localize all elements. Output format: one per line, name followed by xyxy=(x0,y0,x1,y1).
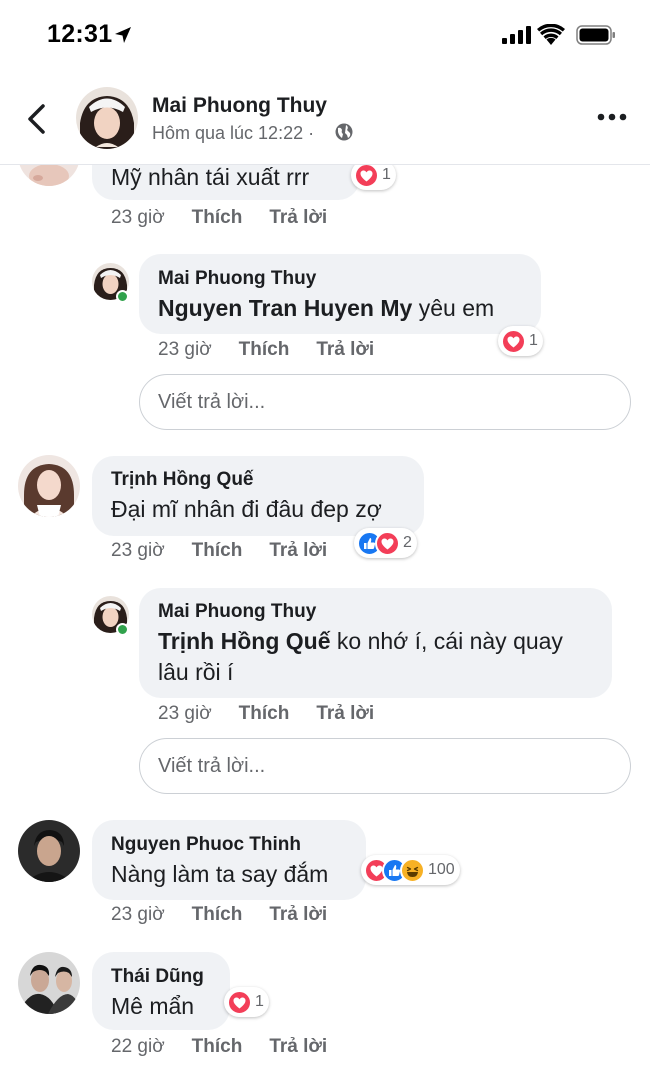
post-timestamp: Hôm qua lúc 12:22 · xyxy=(152,123,315,143)
comment-time: 23 giờ xyxy=(111,207,165,228)
commenter-avatar[interactable] xyxy=(18,952,80,1014)
like-button[interactable]: Thích xyxy=(239,339,290,360)
mention-link[interactable]: Nguyen Tran Huyen My xyxy=(158,295,412,321)
author-avatar[interactable] xyxy=(76,87,138,149)
globe-icon xyxy=(335,123,353,141)
reply-author[interactable]: Mai Phuong Thuy xyxy=(158,601,316,623)
location-arrow-icon xyxy=(115,27,131,43)
comment-actions: 22 giờ Thích Trả lời xyxy=(111,1036,327,1058)
reply-actions: 23 giờ Thích Trả lời xyxy=(158,339,374,361)
status-time: 12:31 xyxy=(47,20,113,48)
comment-author[interactable]: Thái Dũng xyxy=(111,966,204,988)
heart-reaction-icon xyxy=(501,328,526,354)
write-reply-input[interactable]: Viết trả lời... xyxy=(139,374,631,430)
reply-button[interactable]: Trả lời xyxy=(269,1036,327,1057)
reply-button[interactable]: Trả lời xyxy=(269,904,327,925)
commenter-avatar[interactable] xyxy=(18,820,80,882)
back-arrow-icon[interactable] xyxy=(24,103,50,135)
comment-author[interactable]: Nguyen Phuoc Thinh xyxy=(111,834,301,856)
wifi-icon xyxy=(537,24,565,45)
comment-actions: 23 giờ Thích Trả lời xyxy=(111,540,327,562)
reaction-count: 1 xyxy=(255,993,264,1010)
status-bar: 12:31 xyxy=(0,0,650,70)
reaction-count: 1 xyxy=(529,332,538,349)
like-button[interactable]: Thích xyxy=(192,1036,243,1057)
reply-button[interactable]: Trả lời xyxy=(269,207,327,228)
comment-author[interactable]: Trịnh Hồng Quế xyxy=(111,469,254,491)
comment-text: Nàng làm ta say đắm xyxy=(111,861,329,887)
heart-reaction-icon xyxy=(227,989,252,1015)
battery-icon xyxy=(576,25,615,45)
comment-time: 23 giờ xyxy=(111,540,165,561)
reaction-summary[interactable]: 1 xyxy=(224,987,269,1017)
like-button[interactable]: Thích xyxy=(239,703,290,724)
reaction-count: 2 xyxy=(403,534,412,551)
comment-actions: 23 giờ Thích Trả lời xyxy=(111,207,327,229)
reaction-summary[interactable]: 2 xyxy=(354,528,417,558)
cellular-signal-icon xyxy=(502,26,531,44)
comment-time: 22 giờ xyxy=(111,1036,165,1057)
reply-text: Trịnh Hồng Quế ko nhớ í, cái này quay xyxy=(158,628,563,654)
reply-text: Nguyen Tran Huyen My yêu em xyxy=(158,295,495,321)
like-button[interactable]: Thích xyxy=(192,540,243,561)
author-name[interactable]: Mai Phuong Thuy xyxy=(152,94,327,118)
like-button[interactable]: Thích xyxy=(192,904,243,925)
reply-text-line2: lâu rồi í xyxy=(158,659,234,685)
commenter-avatar[interactable] xyxy=(18,455,80,517)
reply-button[interactable]: Trả lời xyxy=(316,339,374,360)
reaction-count: 1 xyxy=(382,166,391,183)
like-button[interactable]: Thích xyxy=(192,207,243,228)
write-reply-input[interactable]: Viết trả lời... xyxy=(139,738,631,794)
heart-reaction-icon xyxy=(375,530,400,556)
comment-time: 23 giờ xyxy=(111,904,165,925)
reaction-summary[interactable]: 100 xyxy=(361,855,460,885)
online-status-dot xyxy=(116,623,129,636)
post-header: Mai Phuong Thuy Hôm qua lúc 12:22 · xyxy=(0,70,650,165)
comment-time: 23 giờ xyxy=(158,703,212,724)
comment-text: Mỹ nhân tái xuất rrr xyxy=(111,164,310,190)
comment-text: Đại mĩ nhân đi đâu đep zợ xyxy=(111,496,382,522)
online-status-dot xyxy=(116,290,129,303)
comment-time: 23 giờ xyxy=(158,339,212,360)
haha-reaction-icon xyxy=(400,857,425,883)
comment-actions: 23 giờ Thích Trả lời xyxy=(111,904,327,926)
reaction-count: 100 xyxy=(428,861,455,878)
comment-text: Mê mẩn xyxy=(111,993,195,1019)
mention-link[interactable]: Trịnh Hồng Quế xyxy=(158,628,331,654)
more-options-icon[interactable] xyxy=(596,110,628,124)
reply-actions: 23 giờ Thích Trả lời xyxy=(158,703,374,725)
reply-button[interactable]: Trả lời xyxy=(269,540,327,561)
reply-button[interactable]: Trả lời xyxy=(316,703,374,724)
reply-author[interactable]: Mai Phuong Thuy xyxy=(158,268,316,290)
reaction-summary[interactable]: 1 xyxy=(498,326,543,356)
heart-reaction-icon xyxy=(354,162,379,188)
